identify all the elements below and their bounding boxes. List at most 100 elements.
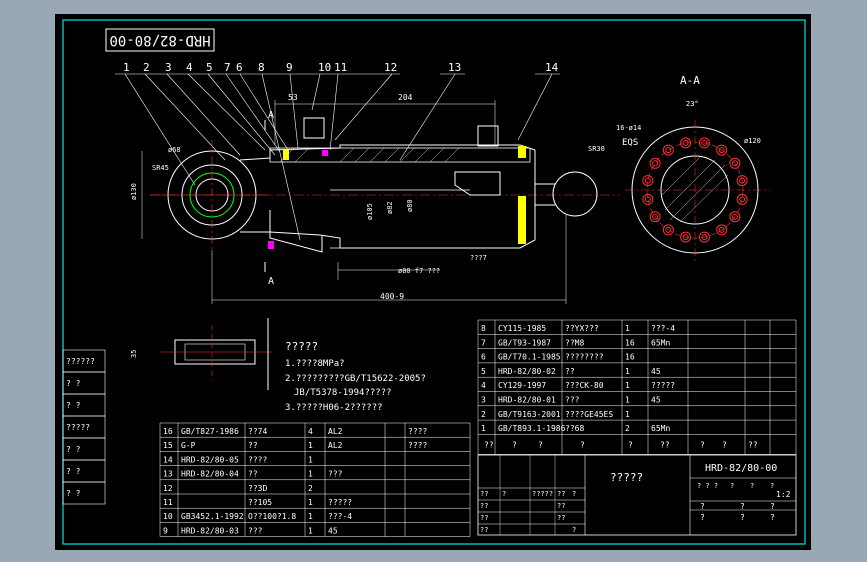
bom-cell: AL2: [328, 427, 343, 436]
bom-cell: ??74: [248, 427, 267, 436]
part-number-label: 2: [143, 61, 150, 74]
bom-header-cell: ?: [722, 440, 727, 449]
bom-cell: ??105: [248, 498, 272, 507]
bom-cell: GB/T827-1986: [181, 427, 239, 436]
notes-line-4: 3.?????H06-2??????: [285, 403, 383, 413]
sign-cell: ??: [557, 514, 565, 522]
bom-cell: GB/T93-1987: [498, 338, 551, 347]
section-mark-top: A: [268, 110, 274, 121]
dim-eqs: EQS: [622, 138, 638, 148]
bom-cell: 2: [308, 484, 313, 493]
sheet-info-2: ?: [740, 513, 745, 522]
stroke-note: ???7: [470, 254, 487, 262]
bom-cell: 1: [625, 410, 630, 419]
bom-header-cell: ?: [628, 440, 633, 449]
sign-cell: ?: [502, 490, 506, 498]
bom-cell: ???: [248, 526, 263, 535]
bom-cell: ???-4: [328, 512, 352, 521]
bom-header-cell: ??: [484, 440, 494, 449]
bom-cell: 10: [163, 512, 173, 521]
bom-cell: 12: [163, 484, 173, 493]
title-code-box: HRD-82/80-00: [105, 28, 215, 52]
bom-cell: 16: [163, 427, 173, 436]
bom-cell: 65Mn: [651, 338, 670, 347]
bom-cell: 4: [308, 427, 313, 436]
dim-53: 53: [288, 93, 298, 102]
left-strip-cell: ? ?: [66, 445, 81, 454]
part-number-label: 13: [448, 61, 461, 74]
bom-cell: 6: [481, 353, 486, 362]
sign-cell: ?: [572, 526, 576, 534]
bom-cell: ????: [408, 427, 427, 436]
bom-cell: ????: [248, 455, 267, 464]
bom-cell: HRD-82/80-03: [181, 526, 239, 535]
bom-cell: 16: [625, 338, 635, 347]
bom-cell: O??100?1.8: [248, 512, 296, 521]
part-number-label: 6: [236, 61, 243, 74]
bom-cell: HRD-82/80-01: [498, 396, 556, 405]
bom-cell: 1: [625, 324, 630, 333]
left-strip-cell: ? ?: [66, 467, 81, 476]
sign-cell: ??: [557, 490, 565, 498]
part-number-label: 8: [258, 61, 265, 74]
bom-cell: 45: [651, 367, 661, 376]
shaft-note: ø80 f7 ???: [398, 267, 440, 275]
bom-cell: ?????: [651, 381, 675, 390]
bom-cell: 45: [328, 526, 338, 535]
bom-cell: ??68: [565, 424, 584, 433]
bom-cell: ??: [565, 367, 575, 376]
dim-sr30: SR30: [588, 145, 605, 153]
sign-cell: ??: [480, 490, 488, 498]
bom-cell: HRD-82/80-05: [181, 455, 239, 464]
bom-cell: GB/T70.1-1985: [498, 353, 561, 362]
part-number-label: 12: [384, 61, 397, 74]
bom-cell: 1: [308, 455, 313, 464]
dim-130: ø130: [130, 183, 138, 200]
bom-cell: 3: [481, 396, 486, 405]
bom-cell: HRD-82/80-02: [498, 367, 556, 376]
left-strip-cell: ? ?: [66, 489, 81, 498]
left-strip-cell: ? ?: [66, 401, 81, 410]
bom-cell: 2: [481, 410, 486, 419]
part-number-label: 10: [318, 61, 331, 74]
sign-cell: ?????: [532, 490, 553, 498]
bom-cell: GB/T893.1-1986: [498, 424, 566, 433]
part-number-label: 7: [224, 61, 231, 74]
bom-cell: ???: [328, 470, 343, 479]
left-strip-cell: ? ?: [66, 379, 81, 388]
bom-cell: ???CK-80: [565, 381, 604, 390]
bom-cell: 65Mn: [651, 424, 670, 433]
bom-cell: ??: [248, 441, 258, 450]
bom-cell: AL2: [328, 441, 343, 450]
bom-header-cell: ??: [748, 440, 758, 449]
part-number-label: 3: [165, 61, 172, 74]
bom-cell: 11: [163, 498, 173, 507]
section-label: A-A: [680, 74, 700, 87]
bom-cell: CY129-1997: [498, 381, 546, 390]
stage-label-2: ?: [730, 482, 734, 490]
bom-cell: ?????: [328, 498, 352, 507]
bom-cell: 4: [481, 381, 486, 390]
bom-cell: 5: [481, 367, 486, 376]
bom-cell: CY115-1985: [498, 324, 546, 333]
bom-header-cell: ?: [512, 440, 517, 449]
bom-cell: ???-4: [651, 324, 675, 333]
bom-cell: 1: [308, 498, 313, 507]
bom-header-cell: ?: [700, 440, 705, 449]
sheet-info-3: ?: [770, 513, 775, 522]
title-code-rotated: HRD-82/80-00: [109, 32, 210, 48]
dim-holes: 16-ø14: [616, 124, 641, 132]
dim-204: 204: [398, 93, 413, 102]
sign-cell: ??: [557, 502, 565, 510]
bom-cell: 7: [481, 338, 486, 347]
bom-cell: 15: [163, 441, 173, 450]
bom-cell: 1: [308, 526, 313, 535]
dim-82: ø82: [386, 201, 394, 214]
bom-cell: GB3452.1-1992: [181, 512, 244, 521]
sheet-info-6: ?: [770, 502, 775, 511]
bom-cell: GB/T9163-2001: [498, 410, 561, 419]
sign-cell: ??: [480, 514, 488, 522]
dim-105: ø105: [366, 203, 374, 220]
notes-title: ?????: [285, 340, 318, 353]
dim-35: 35: [130, 350, 138, 358]
